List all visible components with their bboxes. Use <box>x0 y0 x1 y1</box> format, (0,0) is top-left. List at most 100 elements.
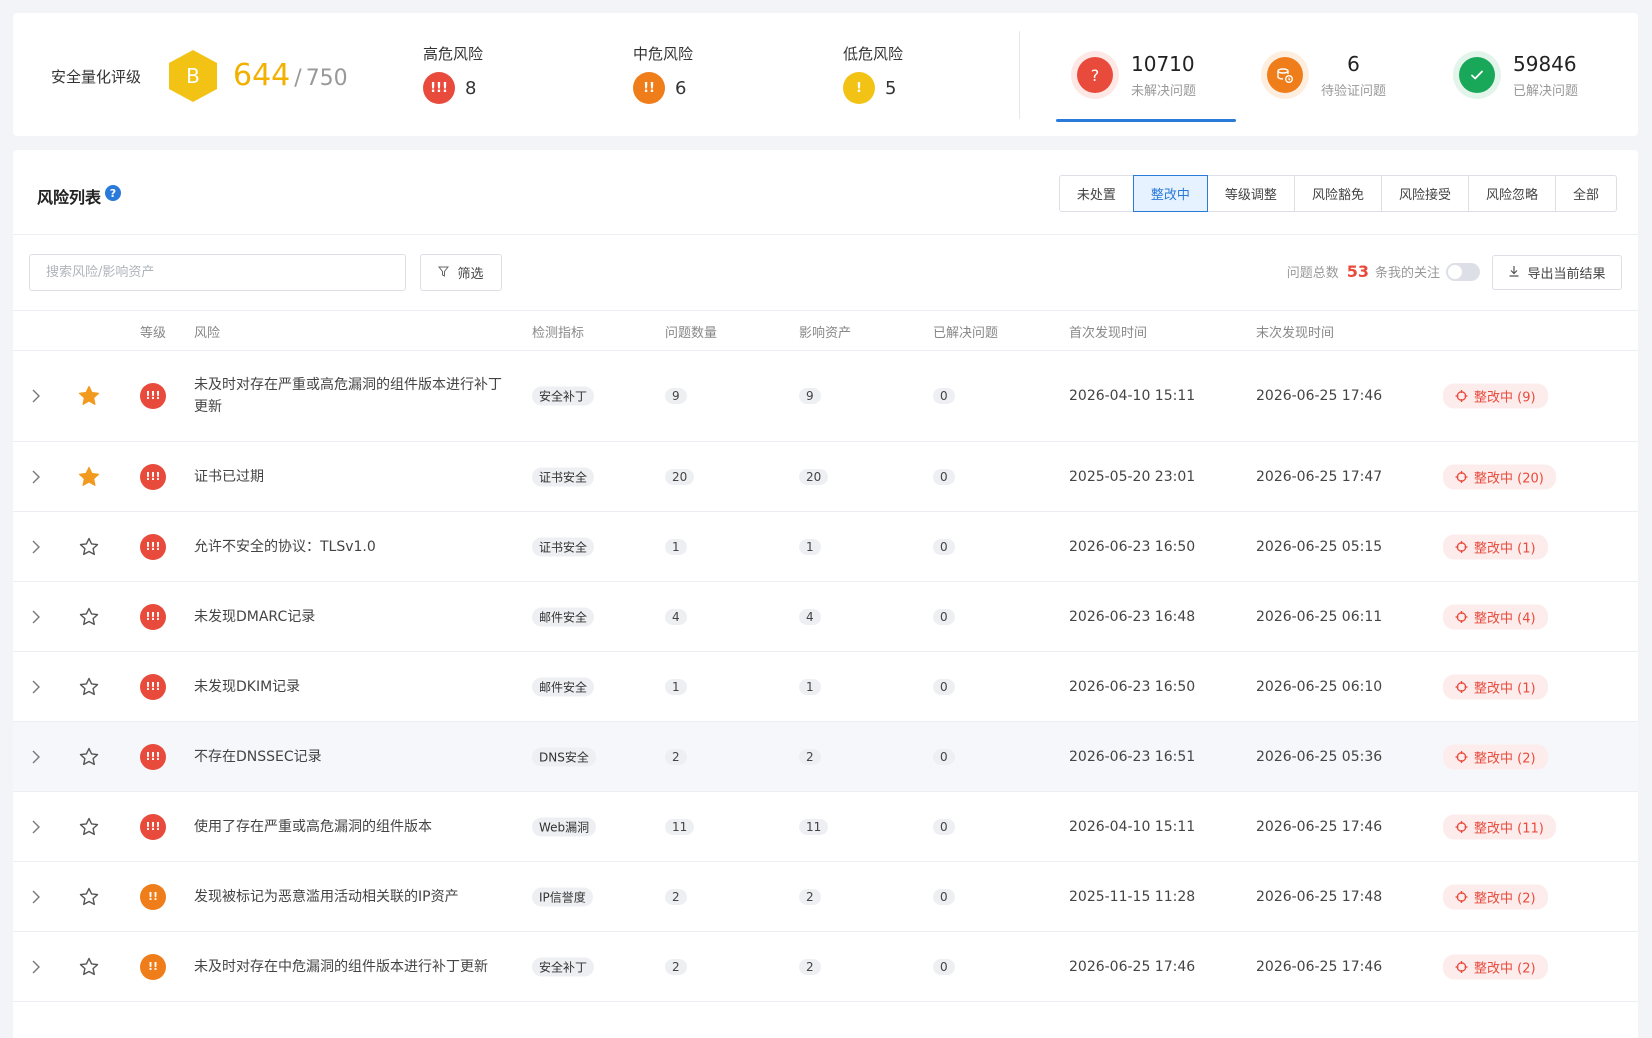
high-risk-icon: !!! <box>423 72 455 104</box>
issue-count[interactable]: 20 <box>665 468 695 485</box>
affected-assets[interactable]: 11 <box>799 818 829 835</box>
expand-chevron-icon[interactable] <box>31 679 41 695</box>
active-stat-indicator <box>1056 119 1236 122</box>
star-outline-icon[interactable] <box>77 535 101 559</box>
affected-assets[interactable]: 9 <box>799 387 821 404</box>
risk-level-icon: !! <box>140 953 166 980</box>
status-tab[interactable]: 风险接受 <box>1380 175 1469 212</box>
table-row[interactable]: !!! 未发现DKIM记录 邮件安全 1 1 0 2026-06-23 16:50 2026-… <box>13 652 1638 722</box>
help-icon[interactable]: ? <box>105 185 121 201</box>
table-row[interactable]: !!! 未发现DMARC记录 邮件安全 4 4 0 2026-06-23 16:48 2026… <box>13 582 1638 652</box>
score-separator: / <box>294 66 302 91</box>
follow-toggle[interactable] <box>1446 262 1480 281</box>
expand-chevron-icon[interactable] <box>31 539 41 555</box>
table-row[interactable]: !! 发现被标记为恶意滥用活动相关联的IP资产 IP信誉度 2 2 0 2025-11-15… <box>13 862 1638 932</box>
issue-count[interactable]: 11 <box>665 818 695 835</box>
status-tab[interactable]: 风险忽略 <box>1467 175 1556 212</box>
expand-chevron-icon[interactable] <box>31 749 41 765</box>
risk-name[interactable]: 发现被标记为恶意滥用活动相关联的IP资产 <box>194 886 504 908</box>
affected-assets[interactable]: 2 <box>799 888 821 905</box>
stat-pending[interactable]: 6 待验证问题 <box>1261 51 1386 99</box>
issue-count[interactable]: 9 <box>665 387 687 404</box>
table-row[interactable]: !!! 不存在DNSSEC记录 DNS安全 2 2 0 2026-06-23 16:51 20… <box>13 722 1638 792</box>
star-outline-icon[interactable] <box>77 745 101 769</box>
status-badge[interactable]: 整改中 (2) <box>1443 744 1548 769</box>
table-row[interactable]: !!! 使用了存在严重或高危漏洞的组件版本 Web漏洞 11 11 0 2026-04-10… <box>13 792 1638 862</box>
risk-name[interactable]: 未发现DMARC记录 <box>194 606 504 628</box>
low-risk-summary[interactable]: 低危风险 ! 5 <box>843 43 903 104</box>
table-row[interactable]: !! 未及时对存在中危漏洞的组件版本进行补丁更新 安全补丁 2 2 0 2026-06-25… <box>13 932 1638 1002</box>
issue-count[interactable]: 2 <box>665 748 687 765</box>
expand-chevron-icon[interactable] <box>31 609 41 625</box>
risk-name[interactable]: 未及时对存在严重或高危漏洞的组件版本进行补丁更新 <box>194 374 504 418</box>
risk-name[interactable]: 证书已过期 <box>194 466 504 488</box>
first-seen: 2026-04-10 15:11 <box>1069 387 1196 404</box>
filter-button[interactable]: 筛选 <box>420 254 502 291</box>
my-follow: 我的关注 <box>1388 262 1480 281</box>
medium-risk-summary[interactable]: 中危风险 !! 6 <box>633 43 693 104</box>
issue-count[interactable]: 4 <box>665 608 687 625</box>
issue-count[interactable]: 2 <box>665 958 687 975</box>
issue-count[interactable]: 1 <box>665 538 687 555</box>
star-outline-icon[interactable] <box>77 815 101 839</box>
expand-chevron-icon[interactable] <box>31 469 41 485</box>
status-badge[interactable]: 整改中 (2) <box>1443 954 1548 979</box>
affected-assets[interactable]: 2 <box>799 748 821 765</box>
status-tab[interactable]: 风险豁免 <box>1293 175 1382 212</box>
star-filled-icon[interactable] <box>77 384 101 408</box>
search-input[interactable] <box>29 254 406 291</box>
solved-count: 0 <box>933 958 955 975</box>
star-filled-icon[interactable] <box>77 465 101 489</box>
stat-resolved[interactable]: 59846 已解决问题 <box>1453 51 1578 99</box>
status-badge[interactable]: 整改中 (4) <box>1443 604 1548 629</box>
export-button[interactable]: 导出当前结果 <box>1492 255 1622 290</box>
risk-name[interactable]: 允许不安全的协议：TLSv1.0 <box>194 536 504 558</box>
risk-name[interactable]: 不存在DNSSEC记录 <box>194 746 504 768</box>
status-badge[interactable]: 整改中 (9) <box>1443 383 1548 408</box>
affected-assets[interactable]: 2 <box>799 958 821 975</box>
table-row[interactable]: !!! 未及时对存在严重或高危漏洞的组件版本进行补丁更新 安全补丁 9 9 0 2026-0… <box>13 350 1638 442</box>
high-risk-summary[interactable]: 高危风险 !!! 8 <box>423 43 483 104</box>
col-count: 问题数量 <box>665 326 718 341</box>
status-badge[interactable]: 整改中 (11) <box>1443 814 1556 839</box>
affected-assets[interactable]: 4 <box>799 608 821 625</box>
resolved-count: 59846 <box>1513 51 1577 76</box>
star-outline-icon[interactable] <box>77 955 101 979</box>
status-text: 整改中 (20) <box>1474 471 1544 486</box>
expand-chevron-icon[interactable] <box>31 819 41 835</box>
star-outline-icon[interactable] <box>77 885 101 909</box>
last-seen: 2026-06-25 06:11 <box>1256 608 1383 625</box>
affected-assets[interactable]: 1 <box>799 538 821 555</box>
total-number: 53 <box>1346 262 1369 281</box>
status-tab[interactable]: 全部 <box>1554 175 1617 212</box>
risk-level-icon: !!! <box>140 463 166 490</box>
expand-chevron-icon[interactable] <box>31 959 41 975</box>
last-seen: 2026-06-25 17:47 <box>1256 468 1383 485</box>
table-row[interactable]: !!! 证书已过期 证书安全 20 20 0 2025-05-20 23:01 2026-06… <box>13 442 1638 512</box>
expand-chevron-icon[interactable] <box>31 388 41 404</box>
status-tab[interactable]: 整改中 <box>1132 175 1208 212</box>
target-icon <box>1455 750 1468 763</box>
expand-chevron-icon[interactable] <box>31 889 41 905</box>
issue-count[interactable]: 2 <box>665 888 687 905</box>
status-badge[interactable]: 整改中 (2) <box>1443 884 1548 909</box>
star-outline-icon[interactable] <box>77 605 101 629</box>
star-outline-icon[interactable] <box>77 675 101 699</box>
status-badge[interactable]: 整改中 (20) <box>1443 464 1556 489</box>
status-text: 整改中 (2) <box>1474 961 1536 976</box>
first-seen: 2025-11-15 11:28 <box>1069 888 1196 905</box>
risk-name[interactable]: 未及时对存在中危漏洞的组件版本进行补丁更新 <box>194 956 504 978</box>
table-row[interactable]: !!! 允许不安全的协议：TLSv1.0 证书安全 1 1 0 2026-06-23 16:… <box>13 512 1638 582</box>
status-tab[interactable]: 等级调整 <box>1206 175 1295 212</box>
status-badge[interactable]: 整改中 (1) <box>1443 534 1548 559</box>
issue-count[interactable]: 1 <box>665 678 687 695</box>
status-tab[interactable]: 未处置 <box>1058 175 1134 212</box>
question-icon: ? <box>1077 57 1113 93</box>
affected-assets[interactable]: 20 <box>799 468 829 485</box>
status-badge[interactable]: 整改中 (1) <box>1443 674 1548 699</box>
risk-name[interactable]: 未发现DKIM记录 <box>194 676 504 698</box>
medium-risk-icon: !! <box>633 72 665 104</box>
affected-assets[interactable]: 1 <box>799 678 821 695</box>
risk-name[interactable]: 使用了存在严重或高危漏洞的组件版本 <box>194 816 504 838</box>
stat-unresolved[interactable]: ? 10710 未解决问题 <box>1071 51 1196 99</box>
